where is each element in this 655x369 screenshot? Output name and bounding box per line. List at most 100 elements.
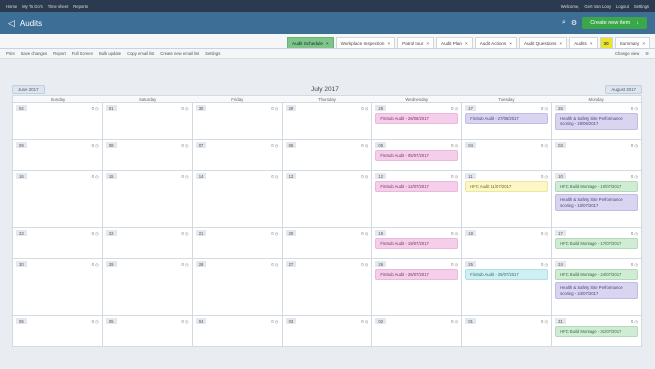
calendar-event[interactable]: HFC Build Montage - 24/07/2017 <box>555 269 638 281</box>
tab-close-icon[interactable]: × <box>465 41 468 46</box>
calendar-day[interactable]: 15 0 ◷ <box>102 171 193 228</box>
toolbar-action-6[interactable]: Save changes <box>21 51 48 56</box>
calendar-day[interactable]: 08 0 ◷ <box>102 140 193 171</box>
tab-close-icon[interactable]: × <box>326 41 329 46</box>
tab-close-icon[interactable]: × <box>509 41 512 46</box>
tab-6[interactable]: Patrol tour × <box>397 37 435 48</box>
calendar-day[interactable]: 26 0 ◷ FinSub Audit - 26/07/2017 <box>372 259 463 316</box>
calendar-day[interactable]: 25 0 ◷ FinSub Audit - 25/07/2017 <box>462 259 553 316</box>
calendar-day[interactable]: 16 0 ◷ <box>13 171 103 228</box>
calendar-event[interactable]: Health & Safety Site Performance scoring… <box>555 194 638 212</box>
calendar-event[interactable]: HFC Audit 11/07/2017 <box>465 181 549 193</box>
calendar-event[interactable]: Health & Safety Site Performance scoring… <box>555 282 638 300</box>
calendar-day[interactable]: 30 0 ◷ <box>13 259 103 316</box>
calendar-day[interactable]: 03 0 ◷ <box>282 316 373 347</box>
next-month-button[interactable]: June 2017 <box>12 84 45 94</box>
calendar-event[interactable]: FinSub Audit - 12/07/2017 <box>375 181 459 193</box>
settings-link[interactable]: Settings <box>634 4 649 9</box>
change-view[interactable]: Change view ☰ <box>615 51 649 56</box>
toolbar-action-7[interactable]: Print <box>6 51 15 56</box>
gear-icon[interactable]: ⚙ <box>571 19 577 27</box>
calendar-day[interactable]: 05 0 ◷ FinSub Audit - 05/07/2017 <box>372 140 463 171</box>
calendar-day[interactable]: 02 0 ◷ <box>372 316 463 347</box>
tab-close-icon[interactable]: × <box>559 41 562 46</box>
calendar-day[interactable]: 30 0 ◷ <box>192 103 283 140</box>
clock-icon: ◷ <box>94 105 99 111</box>
calendar-day[interactable]: 18 0 ◷ <box>462 228 553 259</box>
top-link-reports[interactable]: Reports <box>73 4 88 9</box>
calendar-day[interactable]: 22 0 ◷ <box>102 228 193 259</box>
tab-1[interactable]: 30 <box>599 37 613 48</box>
calendar-day[interactable]: 05 0 ◷ <box>102 316 193 347</box>
toolbar-action-3[interactable]: Bulk update <box>99 51 121 56</box>
logout-link[interactable]: Logout <box>616 4 629 9</box>
calendar-day[interactable]: 01 0 ◷ <box>462 316 553 347</box>
create-new-item-button[interactable]: Create new item ↓ <box>582 17 647 29</box>
top-link-timesheet[interactable]: Time sheet <box>48 4 69 9</box>
tab-close-icon[interactable]: × <box>426 41 429 46</box>
calendar-day[interactable]: 09 0 ◷ <box>13 140 103 171</box>
calendar-day[interactable]: 24 0 ◷ HFC Build Montage - 24/07/2017 Healt… <box>552 259 642 316</box>
calendar-event[interactable]: HFC Build Montage - 10/07/2017 <box>555 181 638 193</box>
calendar-event[interactable]: Health & Safety Site Performance scoring… <box>555 113 638 130</box>
calendar-day[interactable]: 10 0 ◷ HFC Build Montage - 10/07/2017 Healt… <box>552 171 642 228</box>
tab-4[interactable]: Audit Actions × <box>474 37 517 48</box>
user-name[interactable]: Gert Van Looy <box>584 4 611 9</box>
toolbar-action-2[interactable]: Copy email list <box>127 51 154 56</box>
clock-icon: ◷ <box>453 230 459 236</box>
day-header: 27 0 ◷ <box>285 261 368 267</box>
calendar-day[interactable]: 23 0 ◷ <box>13 228 103 259</box>
tab-5[interactable]: Audit Plan × <box>436 37 473 48</box>
tab-3[interactable]: Audit Questions × <box>518 37 568 48</box>
tab-7[interactable]: Workplace Inspection × <box>335 37 396 48</box>
calendar-day[interactable]: 06 0 ◷ <box>282 140 373 171</box>
calendar-day[interactable]: 06 0 ◷ <box>13 316 103 347</box>
tab-8[interactable]: Audit Schedule × <box>287 37 334 48</box>
calendar-day[interactable]: 20 0 ◷ <box>282 228 373 259</box>
tab-0[interactable]: Summary × <box>614 37 650 48</box>
calendar-event[interactable]: FinSub Audit - 25/07/2017 <box>465 269 549 281</box>
calendar-event[interactable]: FinSub Audit - 27/06/2017 <box>465 113 549 125</box>
calendar-day[interactable]: 12 0 ◷ FinSub Audit - 12/07/2017 <box>372 171 463 228</box>
day-count: 0 ◷ <box>631 231 638 236</box>
search-icon[interactable]: ⌕ <box>562 19 566 27</box>
calendar-day[interactable]: 01 0 ◷ <box>102 103 193 140</box>
top-link-todos[interactable]: My To Do's <box>22 4 43 9</box>
calendar-day[interactable]: 14 0 ◷ <box>192 171 283 228</box>
calendar-day[interactable]: 02 0 ◷ <box>13 103 103 140</box>
calendar-day[interactable]: 04 0 ◷ <box>462 140 553 171</box>
calendar-day[interactable]: 11 0 ◷ HFC Audit 11/07/2017 <box>462 171 553 228</box>
calendar-day[interactable]: 28 0 ◷ FinSub Audit - 28/06/2017 <box>372 103 463 140</box>
toolbar-action-0[interactable]: Settings <box>205 51 220 56</box>
calendar-event[interactable]: FinSub Audit - 26/07/2017 <box>375 269 459 281</box>
calendar-day[interactable]: 19 0 ◷ FinSub Audit - 19/07/2017 <box>372 228 463 259</box>
calendar-day[interactable]: 26 0 ◷ Health & Safety Site Performance sc… <box>552 103 642 140</box>
calendar-day[interactable]: 29 0 ◷ <box>282 103 373 140</box>
tab-2[interactable]: Audits × <box>569 37 598 48</box>
calendar-day[interactable]: 13 0 ◷ <box>282 171 373 228</box>
calendar-event[interactable]: FinSub Audit - 05/07/2017 <box>375 150 459 162</box>
calendar-day[interactable]: 29 0 ◷ <box>102 259 193 316</box>
calendar-event[interactable]: HFC Build Montage - 17/07/2017 <box>555 238 638 250</box>
calendar-day[interactable]: 03 0 ◷ <box>552 140 642 171</box>
tab-close-icon[interactable]: × <box>590 41 593 46</box>
day-header: 25 0 ◷ <box>465 261 548 267</box>
calendar-event[interactable]: FinSub Audit - 28/06/2017 <box>375 113 459 125</box>
calendar-event[interactable]: FinSub Audit - 19/07/2017 <box>375 238 459 250</box>
calendar-day[interactable]: 21 0 ◷ <box>192 228 283 259</box>
calendar-day[interactable]: 31 0 ◷ HFC Build Montage - 31/07/2017 <box>552 316 642 347</box>
toolbar-action-5[interactable]: Report <box>53 51 66 56</box>
tab-close-icon[interactable]: × <box>387 41 390 46</box>
calendar-day[interactable]: 27 0 ◷ FinSub Audit - 27/06/2017 <box>462 103 553 140</box>
calendar-day[interactable]: 17 0 ◷ HFC Build Montage - 17/07/2017 <box>552 228 642 259</box>
toolbar-action-4[interactable]: Full Screen <box>72 51 93 56</box>
calendar-day[interactable]: 27 0 ◷ <box>282 259 373 316</box>
calendar-day[interactable]: 04 0 ◷ <box>192 316 283 347</box>
prev-month-button[interactable]: August 2017 <box>605 84 642 94</box>
calendar-event[interactable]: HFC Build Montage - 31/07/2017 <box>555 326 638 338</box>
calendar-day[interactable]: 07 0 ◷ <box>192 140 283 171</box>
tab-close-icon[interactable]: × <box>642 41 645 46</box>
toolbar-action-1[interactable]: Create new email list <box>160 51 199 56</box>
top-link-home[interactable]: Home <box>6 4 17 9</box>
calendar-day[interactable]: 28 0 ◷ <box>192 259 283 316</box>
